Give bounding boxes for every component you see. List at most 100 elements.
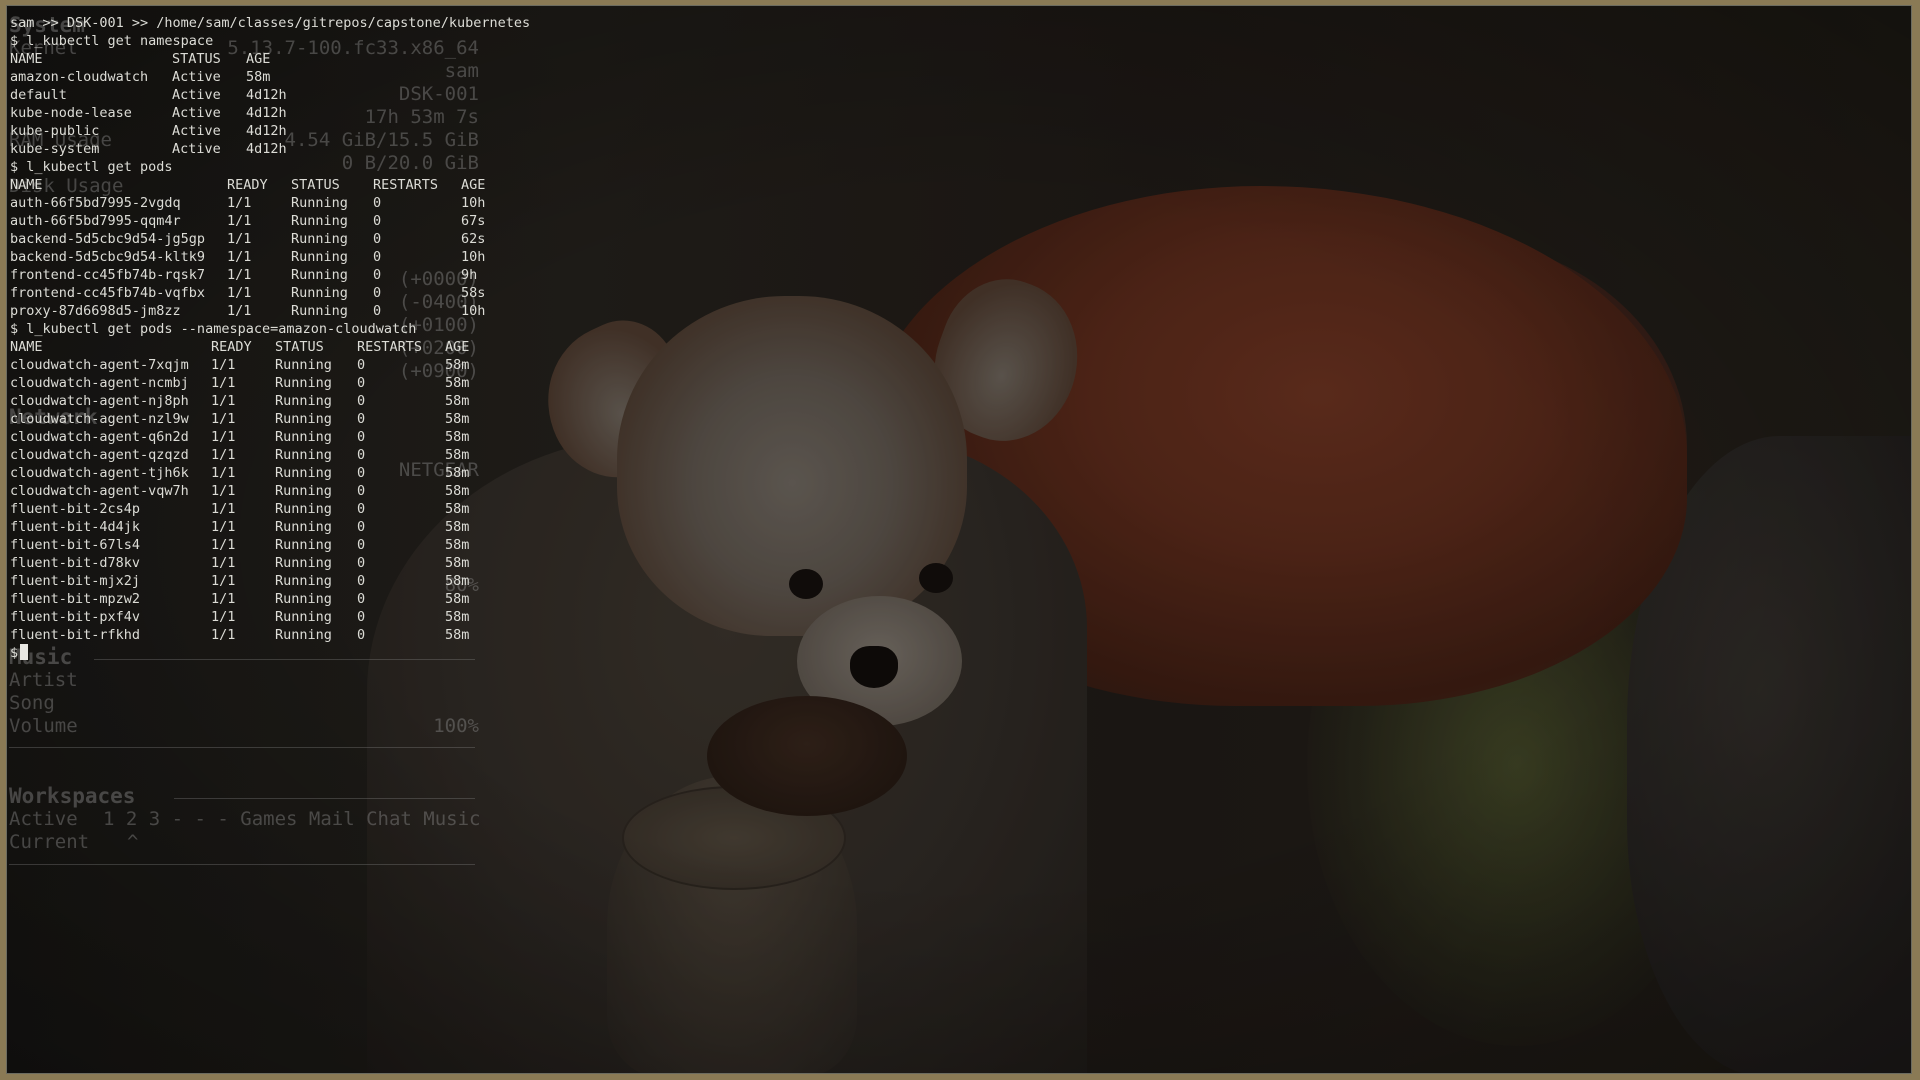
cloudwatch-pod-status-cell: Running [275, 537, 332, 553]
cloudwatch-pod-ready-cell: 1/1 [211, 357, 236, 373]
cloudwatch-pod-restarts-cell: 0 [357, 591, 366, 607]
shell-prompt[interactable]: $ [10, 644, 29, 662]
cloudwatch-pod-ready-cell: 1/1 [211, 591, 236, 607]
cloudwatch-pod-status-cell: Running [275, 573, 332, 589]
desktop-frame: System Kernel 5.13.7-100.fc33.x86_64 sam… [6, 5, 1912, 1074]
cloudwatch-pod-age-cell: 58m [445, 537, 470, 553]
cloudwatch-pod-ready-cell: 1/1 [211, 429, 236, 445]
cloudwatch-pod-status-cell: Running [275, 519, 332, 535]
pod-name-cell: NAME [10, 177, 43, 193]
namespace-name-cell: default [10, 87, 67, 103]
namespace-name-cell: NAME [10, 51, 43, 67]
pod-name-cell: backend-5d5cbc9d54-kltk9 [10, 249, 206, 265]
pod-name-cell: frontend-cc45fb74b-rqsk7 [10, 267, 206, 283]
cloudwatch-pod-restarts-cell: 0 [357, 627, 366, 643]
conky-swap: 0 B/20.0 GiB [341, 152, 479, 174]
pod-age-cell: 62s [461, 231, 486, 247]
conky-current-value: ^ [127, 831, 139, 853]
namespace-status-cell: Active [172, 105, 221, 121]
pod-status-cell: STATUS [291, 177, 340, 193]
cloudwatch-pod-age-cell: 58m [445, 501, 470, 517]
namespace-name-cell: amazon-cloudwatch [10, 69, 149, 85]
command-get-pods: $ l_kubectl get pods [10, 159, 173, 175]
conky-active-value: 1 2 3 - - - Games Mail Chat Music [103, 808, 481, 830]
cloudwatch-pod-restarts-cell: 0 [357, 501, 366, 517]
pod-age-cell: 10h [461, 249, 486, 265]
pod-restarts-cell: RESTARTS [373, 177, 439, 193]
cloudwatch-pod-age-cell: 58m [445, 393, 470, 409]
pod-age-cell: AGE [461, 177, 486, 193]
cloudwatch-pod-status-cell: STATUS [275, 339, 324, 355]
pod-ready-cell: 1/1 [227, 249, 252, 265]
cloudwatch-pod-age-cell: 58m [445, 375, 470, 391]
cloudwatch-pod-name-cell: fluent-bit-4d4jk [10, 519, 141, 535]
namespace-status-cell: STATUS [172, 51, 221, 67]
namespace-name-cell: kube-node-lease [10, 105, 132, 121]
cloudwatch-pod-ready-cell: 1/1 [211, 393, 236, 409]
pod-restarts-cell: 0 [373, 213, 382, 229]
cloudwatch-pod-ready-cell: 1/1 [211, 465, 236, 481]
conky-workspaces-title: Workspaces [9, 784, 136, 808]
pod-restarts-cell: 0 [373, 231, 382, 247]
cloudwatch-pod-status-cell: Running [275, 591, 332, 607]
cloudwatch-pod-ready-cell: 1/1 [211, 447, 236, 463]
cloudwatch-pod-status-cell: Running [275, 609, 332, 625]
pod-restarts-cell: 0 [373, 303, 382, 319]
namespace-age-cell: 4d12h [246, 141, 287, 157]
namespace-status-cell: Active [172, 123, 221, 139]
cloudwatch-pod-age-cell: 58m [445, 573, 470, 589]
pod-ready-cell: READY [227, 177, 268, 193]
cloudwatch-pod-age-cell: 58m [445, 591, 470, 607]
cloudwatch-pod-age-cell: 58m [445, 555, 470, 571]
namespace-age-cell: 4d12h [246, 123, 287, 139]
cloudwatch-pod-name-cell: cloudwatch-agent-tjh6k [10, 465, 189, 481]
conky-hostname: DSK-001 [398, 83, 479, 105]
cloudwatch-pod-restarts-cell: 0 [357, 429, 366, 445]
pod-restarts-cell: 0 [373, 285, 382, 301]
pod-age-cell: 58s [461, 285, 486, 301]
cloudwatch-pod-age-cell: 58m [445, 483, 470, 499]
cloudwatch-pod-restarts-cell: 0 [357, 483, 366, 499]
conky-volume: 100% [433, 715, 479, 737]
pod-status-cell: Running [291, 303, 348, 319]
prompt-header: sam >> DSK-001 >> /home/sam/classes/gitr… [10, 15, 531, 31]
pod-name-cell: backend-5d5cbc9d54-jg5gp [10, 231, 206, 247]
cloudwatch-pod-restarts-cell: 0 [357, 375, 366, 391]
cloudwatch-pod-name-cell: cloudwatch-agent-nj8ph [10, 393, 189, 409]
cloudwatch-pod-name-cell: cloudwatch-agent-q6n2d [10, 429, 189, 445]
cloudwatch-pod-age-cell: 58m [445, 627, 470, 643]
cloudwatch-pod-ready-cell: 1/1 [211, 375, 236, 391]
cloudwatch-pod-name-cell: cloudwatch-agent-nzl9w [10, 411, 189, 427]
pod-restarts-cell: 0 [373, 195, 382, 211]
cloudwatch-pod-status-cell: Running [275, 375, 332, 391]
conky-volume-label: Volume [9, 715, 78, 737]
text-cursor [20, 644, 29, 660]
conky-current-label: Current [9, 831, 90, 853]
cloudwatch-pod-name-cell: fluent-bit-rfkhd [10, 627, 141, 643]
cloudwatch-pod-status-cell: Running [275, 627, 332, 643]
pod-ready-cell: 1/1 [227, 285, 252, 301]
cloudwatch-pod-ready-cell: 1/1 [211, 519, 236, 535]
cloudwatch-pod-name-cell: fluent-bit-mpzw2 [10, 591, 141, 607]
pod-name-cell: proxy-87d6698d5-jm8zz [10, 303, 181, 319]
pod-age-cell: 67s [461, 213, 486, 229]
cloudwatch-pod-restarts-cell: 0 [357, 609, 366, 625]
cloudwatch-pod-age-cell: 58m [445, 609, 470, 625]
prompt-symbol: $ [10, 645, 19, 661]
pod-age-cell: 9h [461, 267, 478, 283]
pod-status-cell: Running [291, 249, 348, 265]
namespace-age-cell: AGE [246, 51, 271, 67]
cloudwatch-pod-ready-cell: 1/1 [211, 555, 236, 571]
cloudwatch-pod-restarts-cell: 0 [357, 357, 366, 373]
cloudwatch-pod-ready-cell: 1/1 [211, 573, 236, 589]
cloudwatch-pod-restarts-cell: RESTARTS [357, 339, 423, 355]
command-get-pods-cloudwatch: $ l_kubectl get pods --namespace=amazon-… [10, 321, 417, 337]
cloudwatch-pod-name-cell: fluent-bit-d78kv [10, 555, 141, 571]
cloudwatch-pod-status-cell: Running [275, 465, 332, 481]
cloudwatch-pod-name-cell: fluent-bit-2cs4p [10, 501, 141, 517]
cloudwatch-pod-restarts-cell: 0 [357, 573, 366, 589]
pod-ready-cell: 1/1 [227, 267, 252, 283]
cloudwatch-pod-name-cell: cloudwatch-agent-ncmbj [10, 375, 189, 391]
cloudwatch-pod-age-cell: 58m [445, 519, 470, 535]
cloudwatch-pod-age-cell: 58m [445, 411, 470, 427]
